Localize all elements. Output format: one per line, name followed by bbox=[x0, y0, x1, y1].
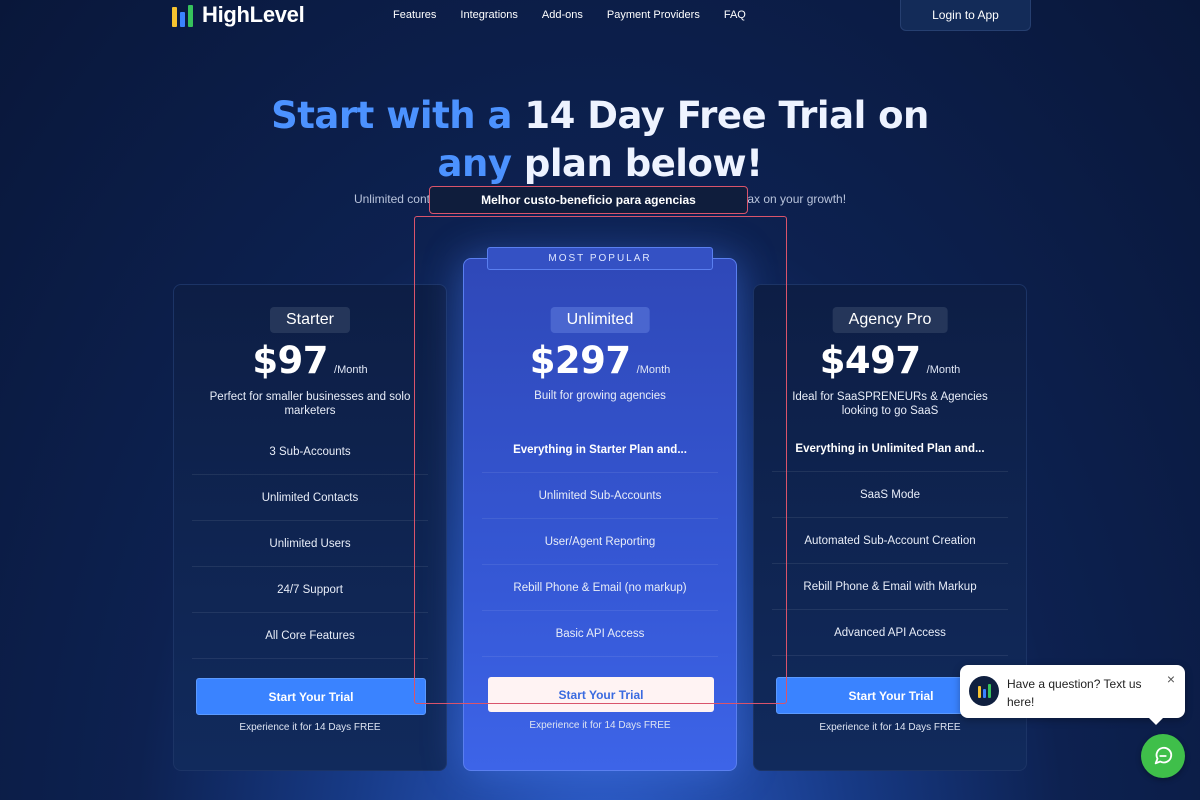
price-period: /Month bbox=[636, 364, 671, 376]
headline-plan-below: plan below! bbox=[523, 142, 763, 185]
price-amount: $97 bbox=[252, 339, 329, 382]
plan-name: Unlimited bbox=[550, 307, 650, 333]
plan-price: $497 /Month bbox=[754, 339, 1026, 382]
highlevel-logo-icon bbox=[170, 3, 198, 27]
most-popular-badge: MOST POPULAR bbox=[487, 247, 713, 270]
plan-price: $97 /Month bbox=[174, 339, 446, 382]
chat-bubble-icon bbox=[1154, 746, 1173, 765]
plan-price: $297 /Month bbox=[464, 339, 736, 382]
price-amount: $497 bbox=[819, 339, 921, 382]
trial-note: Experience it for 14 Days FREE bbox=[529, 720, 671, 731]
plan-name: Agency Pro bbox=[832, 307, 948, 333]
price-period: /Month bbox=[334, 364, 368, 376]
brand-logo[interactable]: HighLevel bbox=[170, 0, 305, 30]
close-icon[interactable]: × bbox=[1167, 671, 1175, 687]
headline-any: any bbox=[437, 142, 512, 185]
headline-a: a bbox=[487, 94, 513, 137]
nav-link-integrations[interactable]: Integrations bbox=[460, 9, 517, 21]
feature-item: Rebill Phone & Email with Markup bbox=[772, 564, 1008, 610]
hero-headline: Start with a 14 Day Free Trial on any pl… bbox=[0, 92, 1200, 188]
feature-item: 3 Sub-Accounts bbox=[192, 429, 428, 475]
start-trial-button-unlimited[interactable]: Start Your Trial bbox=[488, 677, 714, 712]
nav-link-add-ons[interactable]: Add-ons bbox=[542, 9, 583, 21]
chat-launcher-button[interactable] bbox=[1141, 734, 1185, 778]
price-period: /Month bbox=[926, 364, 961, 376]
top-nav: HighLevel Features Integrations Add-ons … bbox=[0, 0, 1200, 34]
feature-item: Advanced API Access bbox=[772, 610, 1008, 656]
trial-note: Experience it for 14 Days FREE bbox=[819, 722, 961, 733]
start-trial-button-starter[interactable]: Start Your Trial bbox=[196, 678, 426, 715]
brand-name: HighLevel bbox=[202, 2, 305, 27]
headline-free-trial: 14 Day Free Trial on bbox=[524, 94, 929, 137]
feature-item: 24/7 Support bbox=[192, 567, 428, 613]
feature-item: Everything in Starter Plan and... bbox=[482, 427, 718, 473]
login-button[interactable]: Login to App bbox=[900, 0, 1031, 31]
plan-description: Ideal for SaaSPRENEURs & Agencies lookin… bbox=[792, 391, 988, 417]
feature-item: Basic API Access bbox=[482, 611, 718, 657]
feature-item: User/Agent Reporting bbox=[482, 519, 718, 565]
chat-popup[interactable]: Have a question? Text us here! × bbox=[960, 665, 1185, 725]
feature-item: SaaS Mode bbox=[772, 472, 1008, 518]
headline-start-with: Start with bbox=[271, 94, 476, 137]
nav-link-features[interactable]: Features bbox=[393, 9, 436, 21]
feature-item: Automated Sub-Account Creation bbox=[772, 518, 1008, 564]
plan-card-unlimited: Unlimited $297 /Month Built for growing … bbox=[463, 258, 737, 771]
feature-list: Everything in Starter Plan and... Unlimi… bbox=[482, 427, 718, 657]
trial-note: Experience it for 14 Days FREE bbox=[239, 722, 381, 733]
plan-description: Built for growing agencies bbox=[534, 390, 666, 402]
feature-item: Unlimited Contacts bbox=[192, 475, 428, 521]
highlight-tooltip: Melhor custo-beneficio para agencias bbox=[429, 186, 748, 214]
feature-item: Unlimited Sub-Accounts bbox=[482, 473, 718, 519]
feature-list: 3 Sub-Accounts Unlimited Contacts Unlimi… bbox=[192, 429, 428, 659]
plan-card-starter: Starter $97 /Month Perfect for smaller b… bbox=[173, 284, 447, 771]
highlevel-logo-icon bbox=[969, 676, 999, 706]
chat-message: Have a question? Text us here! bbox=[1007, 677, 1142, 709]
feature-item: Unlimited Users bbox=[192, 521, 428, 567]
plan-name: Starter bbox=[269, 307, 351, 333]
feature-list: Everything in Unlimited Plan and... SaaS… bbox=[772, 426, 1008, 656]
feature-item: Everything in Unlimited Plan and... bbox=[772, 426, 1008, 472]
price-amount: $297 bbox=[529, 339, 631, 382]
plan-description: Perfect for smaller businesses and solo … bbox=[209, 391, 411, 417]
feature-item: Rebill Phone & Email (no markup) bbox=[482, 565, 718, 611]
feature-item: All Core Features bbox=[192, 613, 428, 659]
nav-links: Features Integrations Add-ons Payment Pr… bbox=[393, 9, 746, 21]
nav-link-payment-providers[interactable]: Payment Providers bbox=[607, 9, 700, 21]
nav-link-faq[interactable]: FAQ bbox=[724, 9, 746, 21]
